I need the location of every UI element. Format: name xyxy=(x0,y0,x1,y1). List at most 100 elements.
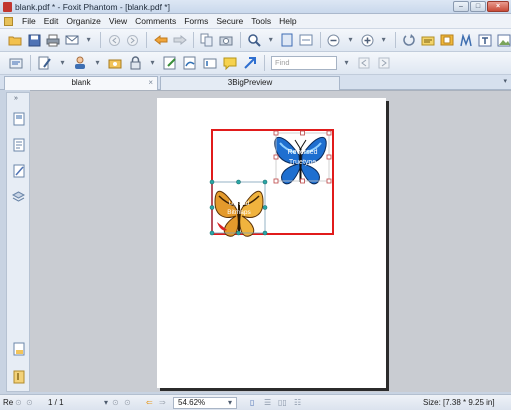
resize-handle[interactable] xyxy=(326,154,332,160)
tab-blank[interactable]: blank × xyxy=(4,76,158,90)
resize-handle[interactable] xyxy=(236,230,241,236)
find-next-button[interactable] xyxy=(376,55,392,71)
zoom-out-dropdown[interactable]: ▾ xyxy=(345,32,355,48)
email-button[interactable] xyxy=(65,32,80,48)
resize-handle[interactable] xyxy=(326,178,332,184)
save-button[interactable] xyxy=(27,32,42,48)
resize-handle[interactable] xyxy=(236,179,241,185)
resize-handle[interactable] xyxy=(273,178,279,184)
zoom-out-button[interactable] xyxy=(327,32,342,48)
highlight-button[interactable] xyxy=(439,32,454,48)
redo-button[interactable] xyxy=(126,32,141,48)
menu-tools[interactable]: Tools xyxy=(247,16,275,26)
menu-secure[interactable]: Secure xyxy=(212,16,247,26)
edit-object-button[interactable] xyxy=(37,55,53,71)
stamp-dropdown[interactable]: ▾ xyxy=(92,55,103,71)
edit-object-dropdown[interactable]: ▾ xyxy=(57,55,68,71)
menu-view[interactable]: View xyxy=(105,16,131,26)
undo-button[interactable] xyxy=(107,32,122,48)
text-box-button[interactable] xyxy=(202,55,218,71)
maximize-button[interactable]: □ xyxy=(470,1,486,12)
comment-button[interactable] xyxy=(222,55,238,71)
resize-handle[interactable] xyxy=(273,130,279,136)
resize-handle[interactable] xyxy=(300,130,305,136)
menu-edit[interactable]: Edit xyxy=(40,16,63,26)
resize-handle[interactable] xyxy=(300,178,305,184)
resize-handle[interactable] xyxy=(326,130,332,136)
text-tool-button[interactable] xyxy=(477,32,492,48)
forward-view-icon[interactable]: ⇒ xyxy=(159,398,166,408)
menu-forms[interactable]: Forms xyxy=(180,16,212,26)
menu-comments[interactable]: Comments xyxy=(131,16,180,26)
fit-page-button[interactable] xyxy=(280,32,295,48)
resize-handle[interactable] xyxy=(262,230,268,236)
typewriter-button[interactable] xyxy=(421,32,436,48)
rotate-button[interactable] xyxy=(402,32,417,48)
find-previous-button[interactable] xyxy=(356,55,372,71)
resize-handle[interactable] xyxy=(209,205,215,210)
continuous-view-icon[interactable]: ☰ xyxy=(264,398,271,408)
resize-handle[interactable] xyxy=(209,179,215,185)
menu-help[interactable]: Help xyxy=(275,16,300,26)
attach-file-button[interactable] xyxy=(107,55,123,71)
menu-organize[interactable]: Organize xyxy=(62,16,105,26)
page-indicator[interactable]: 1 / 1 xyxy=(48,398,64,408)
snapshot-button[interactable] xyxy=(219,32,234,48)
zoom-in-button[interactable] xyxy=(360,32,375,48)
close-button[interactable]: × xyxy=(487,1,509,12)
close-tab-icon[interactable]: × xyxy=(148,77,153,89)
single-page-view-icon[interactable]: ▯ xyxy=(250,398,254,408)
bookmark-page-icon xyxy=(13,138,24,152)
attachments-panel-button[interactable] xyxy=(11,369,26,385)
email-dropdown[interactable]: ▾ xyxy=(84,32,94,48)
previous-page-icon[interactable]: ⊙ xyxy=(26,398,33,408)
back-button[interactable] xyxy=(153,32,168,48)
print-button[interactable] xyxy=(46,32,61,48)
back-view-icon[interactable]: ⇐ xyxy=(146,398,153,408)
facing-view-icon[interactable]: ▯▯ xyxy=(278,398,287,408)
expand-panel-icon[interactable]: » xyxy=(14,95,18,102)
bookmarks-panel-button[interactable] xyxy=(11,137,26,153)
signatures-panel-button[interactable] xyxy=(11,163,26,179)
first-page-icon[interactable]: ⊙ xyxy=(15,398,22,408)
tab-3bigpreview[interactable]: 3BigPreview xyxy=(160,76,340,90)
resize-handle[interactable] xyxy=(262,205,268,210)
menu-file[interactable]: File xyxy=(18,16,40,26)
document-viewport[interactable]: Reversed Truetype Upload Bitmaps xyxy=(30,90,511,392)
page-dropdown-icon[interactable]: ▾ xyxy=(104,398,108,408)
select-text-button[interactable] xyxy=(8,55,24,71)
sign-button[interactable] xyxy=(182,55,198,71)
zoom-in-dropdown[interactable]: ▾ xyxy=(379,32,389,48)
next-page-icon[interactable]: ⊙ xyxy=(112,398,119,408)
arrow-tool-button[interactable] xyxy=(242,55,258,71)
continuous-facing-view-icon[interactable]: ☷ xyxy=(294,398,301,408)
last-page-icon[interactable]: ⊙ xyxy=(124,398,131,408)
open-button[interactable] xyxy=(8,32,23,48)
layers-panel-button[interactable] xyxy=(11,189,26,205)
image-tool-button[interactable] xyxy=(496,32,511,48)
hand-tool-button[interactable] xyxy=(200,32,215,48)
page-thumbnails-icon xyxy=(13,112,24,126)
find-next-icon xyxy=(378,57,390,69)
zoom-tool-button[interactable] xyxy=(247,32,262,48)
stamp-button[interactable] xyxy=(72,55,88,71)
find-dropdown[interactable]: ▾ xyxy=(341,55,352,71)
fit-width-button[interactable] xyxy=(299,32,314,48)
tab-list-dropdown-icon[interactable]: ▾ xyxy=(503,77,507,85)
bookmark-button[interactable] xyxy=(458,32,473,48)
resize-handle[interactable] xyxy=(262,179,268,185)
document-menu-icon[interactable] xyxy=(4,16,13,26)
minimize-button[interactable]: – xyxy=(453,1,469,12)
security-dropdown[interactable]: ▾ xyxy=(147,55,158,71)
zoom-dropdown-icon[interactable]: ▾ xyxy=(228,398,232,408)
zoom-tool-dropdown[interactable]: ▾ xyxy=(266,32,276,48)
pages-panel-button[interactable] xyxy=(11,111,26,127)
security-button[interactable] xyxy=(127,55,143,71)
resize-handle[interactable] xyxy=(273,154,279,160)
pdf-page[interactable]: Reversed Truetype Upload Bitmaps xyxy=(157,98,386,388)
comments-panel-button[interactable] xyxy=(11,341,26,357)
note-button[interactable] xyxy=(162,55,178,71)
resize-handle[interactable] xyxy=(209,230,215,236)
forward-button[interactable] xyxy=(172,32,187,48)
find-input[interactable]: Find xyxy=(271,56,337,70)
